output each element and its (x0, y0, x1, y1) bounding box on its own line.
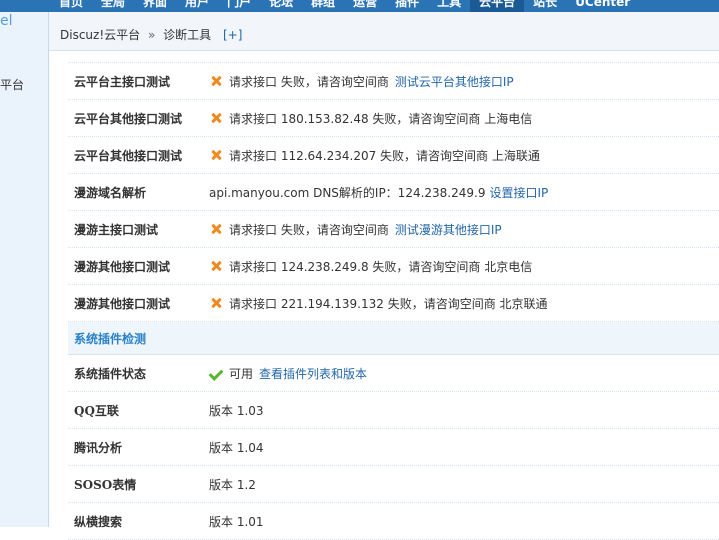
row-label: QQ互联 (74, 403, 119, 418)
row-label: 漫游其他接口测试 (74, 296, 171, 311)
table-row: QQ互联 版本 1.03 (68, 392, 719, 429)
error-x-icon (209, 148, 223, 162)
table-row: 系统插件状态 可用 查看插件列表和版本 (68, 355, 719, 392)
error-x-icon (209, 74, 223, 88)
diagnostic-table: 云平台主接口测试 请求接口 失败，请咨询空间商 测试云平台其他接口IP 云平台其… (68, 50, 719, 540)
row-label: 云平台主接口测试 (74, 74, 171, 89)
row-value: api.manyou.com DNS解析的IP：124.238.249.9 设置… (209, 184, 548, 201)
row-label: 系统插件状态 (74, 366, 147, 381)
table-row: 纵横搜索 版本 1.01 (68, 503, 719, 540)
row-label: 云平台其他接口测试 (74, 111, 183, 126)
top-navigation: 首页 全局 界面 用户 门户 论坛 群组 运营 插件 工具 云平台 站长 UCe… (0, 0, 719, 12)
row-text: 请求接口 112.64.234.207 失败，请咨询空间商 上海联通 (229, 148, 540, 163)
section-title: 系统插件检测 (74, 331, 147, 346)
row-value: 版本 1.2 (209, 477, 256, 492)
table-row: SOSO表情 版本 1.2 (68, 466, 719, 503)
row-value: 请求接口 112.64.234.207 失败，请咨询空间商 上海联通 (209, 147, 540, 164)
error-x-icon (209, 111, 223, 125)
row-value: 请求接口 221.194.139.132 失败，请咨询空间商 北京联通 (209, 295, 548, 312)
nav-item-plugins[interactable]: 插件 (386, 0, 428, 12)
row-text: 请求接口 180.153.82.48 失败，请咨询空间商 上海电信 (229, 111, 533, 126)
error-x-icon (209, 259, 223, 273)
row-value: 版本 1.03 (209, 403, 264, 418)
table-top-spacer (68, 50, 719, 63)
row-text: 请求接口 124.238.249.8 失败，请咨询空间商 北京电信 (229, 259, 533, 274)
breadcrumb-bar: Discuz!云平台 » 诊断工具 [+] (49, 12, 719, 51)
row-label: 漫游其他接口测试 (74, 259, 171, 274)
row-text: 请求接口 221.194.139.132 失败，请咨询空间商 北京联通 (229, 296, 548, 311)
row-label: SOSO表情 (74, 477, 137, 492)
row-label: 腾讯分析 (74, 440, 123, 455)
table-row: 云平台主接口测试 请求接口 失败，请咨询空间商 测试云平台其他接口IP (68, 63, 719, 100)
row-value: 请求接口 180.153.82.48 失败，请咨询空间商 上海电信 (209, 110, 532, 127)
nav-item-group[interactable]: 群组 (302, 0, 344, 12)
error-x-icon (209, 222, 223, 236)
set-interface-ip-link[interactable]: 设置接口IP (489, 184, 548, 201)
check-icon (209, 367, 223, 379)
nav-item-users[interactable]: 用户 (176, 0, 218, 12)
row-value: 可用 查看插件列表和版本 (209, 365, 367, 382)
nav-item-portal[interactable]: 门户 (218, 0, 260, 12)
breadcrumb-current: 诊断工具 (163, 28, 212, 42)
row-value: 请求接口 失败，请咨询空间商 测试漫游其他接口IP (209, 221, 502, 238)
table-row: 漫游其他接口测试 请求接口 221.194.139.132 失败，请咨询空间商 … (68, 285, 719, 322)
nav-item-interface[interactable]: 界面 (134, 0, 176, 12)
nav-item-cloud[interactable]: 云平台 (470, 0, 525, 12)
table-row: 腾讯分析 版本 1.04 (68, 429, 719, 466)
error-x-icon (209, 296, 223, 310)
table-row: 云平台其他接口测试 请求接口 112.64.234.207 失败，请咨询空间商 … (68, 137, 719, 174)
breadcrumb-separator: » (147, 28, 156, 42)
sidebar-brand-fragment: el (0, 13, 13, 29)
row-label: 漫游主接口测试 (74, 222, 159, 237)
row-label: 漫游域名解析 (74, 185, 147, 200)
nav-item-ucenter[interactable]: UCenter (566, 0, 639, 12)
row-text: 请求接口 失败，请咨询空间商 (229, 222, 389, 237)
table-row: 漫游其他接口测试 请求接口 124.238.249.8 失败，请咨询空间商 北京… (68, 248, 719, 285)
table-row: 漫游主接口测试 请求接口 失败，请咨询空间商 测试漫游其他接口IP (68, 211, 719, 248)
row-label: 云平台其他接口测试 (74, 148, 183, 163)
add-shortcut-link[interactable]: [+] (215, 28, 242, 42)
sidebar-item-cloud-platform[interactable]: 平台 (0, 74, 48, 96)
table-row: 云平台其他接口测试 请求接口 180.153.82.48 失败，请咨询空间商 上… (68, 100, 719, 137)
nav-item-operation[interactable]: 运营 (344, 0, 386, 12)
test-cloud-other-ip-link[interactable]: 测试云平台其他接口IP (395, 73, 514, 90)
top-nav-items: 首页 全局 界面 用户 门户 论坛 群组 运营 插件 工具 云平台 站长 UCe… (50, 0, 639, 12)
nav-item-webmaster[interactable]: 站长 (524, 0, 566, 12)
row-value: 版本 1.04 (209, 440, 264, 455)
nav-item-home[interactable]: 首页 (50, 0, 92, 12)
breadcrumb: Discuz!云平台 » 诊断工具 [+] (60, 26, 242, 43)
view-plugin-list-link[interactable]: 查看插件列表和版本 (259, 365, 367, 382)
row-text: 请求接口 失败，请咨询空间商 (229, 74, 389, 89)
table-row: 漫游域名解析 api.manyou.com DNS解析的IP：124.238.2… (68, 174, 719, 211)
row-text: 可用 (229, 366, 254, 381)
nav-item-global[interactable]: 全局 (92, 0, 134, 12)
row-value: 请求接口 124.238.249.8 失败，请咨询空间商 北京电信 (209, 258, 532, 275)
section-header-plugin-check: 系统插件检测 (68, 322, 719, 355)
nav-item-forum[interactable]: 论坛 (260, 0, 302, 12)
row-value: 请求接口 失败，请咨询空间商 测试云平台其他接口IP (209, 73, 514, 90)
sidebar-item-label: 平台 (0, 78, 25, 92)
breadcrumb-root[interactable]: Discuz!云平台 (60, 28, 140, 42)
test-manyou-other-ip-link[interactable]: 测试漫游其他接口IP (395, 221, 502, 238)
row-text: api.manyou.com DNS解析的IP：124.238.249.9 (209, 185, 486, 200)
left-sidebar: el 平台 (0, 12, 49, 527)
nav-item-tools[interactable]: 工具 (428, 0, 470, 12)
